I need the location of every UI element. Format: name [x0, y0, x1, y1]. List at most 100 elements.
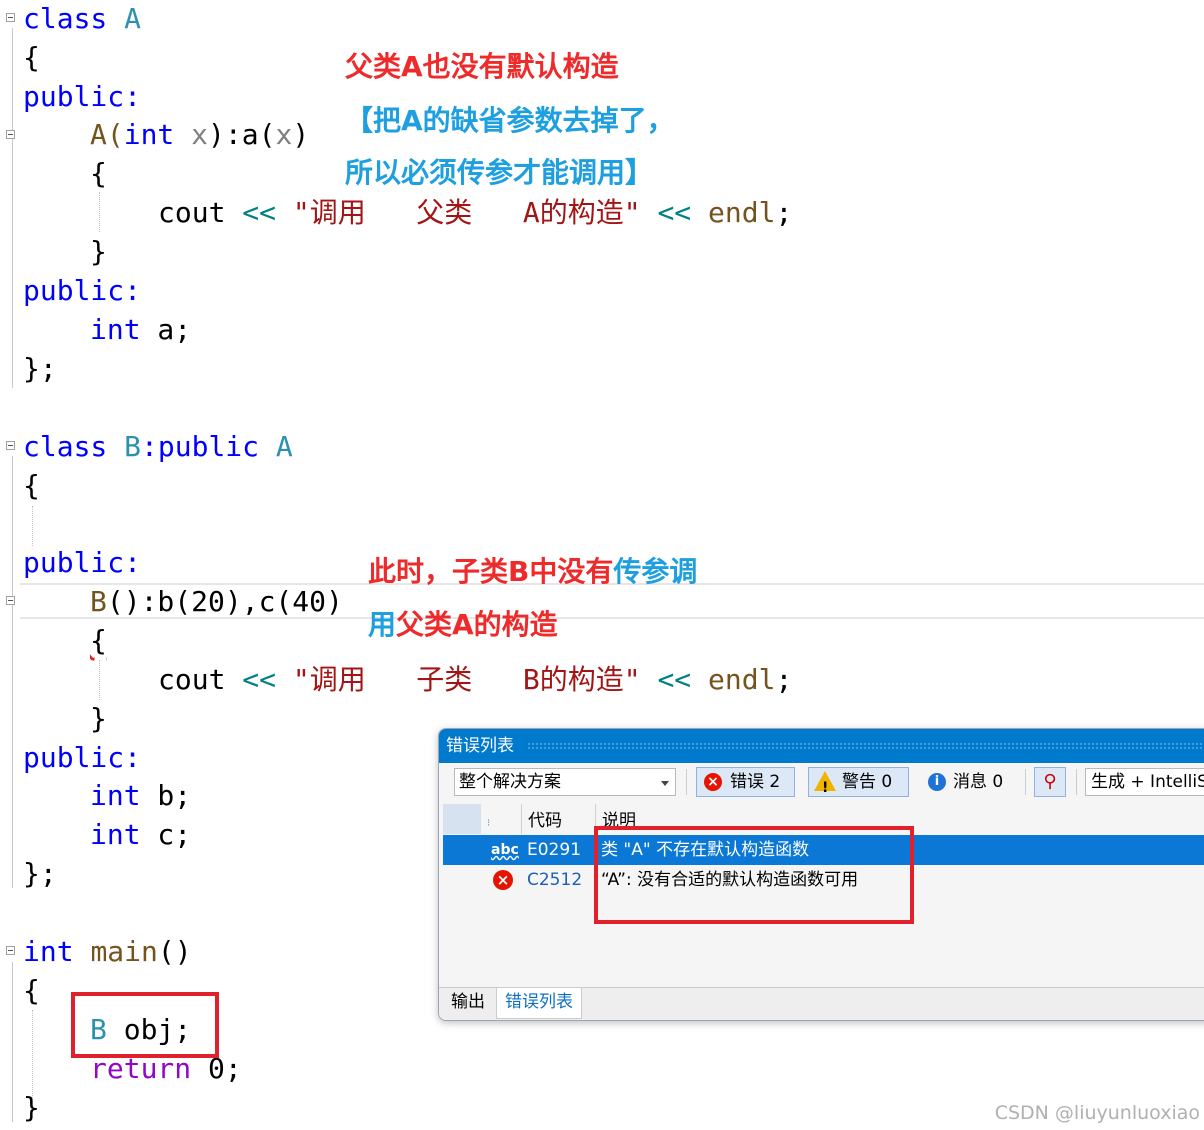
annotation-text: 用父类A的构造 — [368, 603, 558, 643]
annotation-part: 父类A的构造 — [396, 608, 558, 641]
collapse-toggle-icon[interactable] — [6, 13, 15, 22]
code-line[interactable]: }; — [23, 855, 57, 893]
error-icon: × — [493, 870, 513, 890]
error-code-link[interactable]: C2512 — [527, 865, 582, 895]
code-text: cout — [158, 663, 226, 696]
annotation-text: 此时，子类B中没有传参调 — [368, 550, 697, 590]
chevron-down-icon — [661, 781, 669, 786]
class-name: A — [275, 430, 293, 463]
code-line[interactable]: public: — [23, 272, 141, 310]
annotation-text: 所以必须传参才能调用】 — [345, 156, 654, 189]
scope-value: 整个解决方案 — [459, 772, 561, 792]
code-text: a; — [140, 313, 192, 346]
warnings-filter-button[interactable]: 警告 0 — [808, 767, 909, 802]
toolbar-separator — [686, 769, 687, 795]
code-line[interactable]: int a; — [90, 311, 191, 349]
messages-label: 消息 0 — [953, 772, 1004, 792]
annotation-part: 此时，子类B中没有 — [368, 555, 614, 588]
annotation-text: 【把A的缺省参数去掉了， — [345, 104, 675, 137]
code-text: ) — [292, 118, 310, 151]
code-line[interactable]: } — [90, 700, 107, 738]
code-text: () — [157, 935, 192, 968]
outline-guide — [12, 962, 13, 1122]
code-line[interactable]: int b; — [90, 777, 191, 815]
annotation-part: 传参调 — [613, 555, 698, 588]
code-text: c; — [140, 818, 192, 851]
code-line[interactable]: public: — [23, 544, 141, 582]
errors-filter-button[interactable]: × 错误 2 — [696, 767, 795, 797]
errors-label: 错误 2 — [730, 772, 781, 792]
col-code-label: 代码 — [528, 811, 562, 831]
code-line[interactable]: A(int x):a(x) — [90, 116, 309, 154]
code-text: ):a( — [208, 118, 276, 151]
code-text: cout — [158, 196, 226, 229]
code-line[interactable]: class A — [23, 0, 141, 38]
operator: << — [657, 663, 692, 696]
outline-guide — [12, 28, 13, 388]
keyword: int — [90, 818, 141, 851]
keyword: :public — [141, 430, 276, 463]
ctor-name: A( — [90, 118, 124, 151]
code-line[interactable]: int main() — [23, 933, 192, 971]
code-line[interactable]: cout << "调用 父类 A的构造" << endl; — [158, 194, 792, 232]
error-list-toolbar: 整个解决方案 × 错误 2 警告 0 i 消息 0 ⚲ 生成 + Intelli… — [439, 763, 1204, 803]
keyword: class — [23, 430, 108, 463]
panel-title-bar[interactable]: 错误列表 — [439, 729, 1204, 763]
panel-title: 错误列表 — [446, 736, 514, 756]
warnings-label: 警告 0 — [842, 772, 893, 792]
code-line[interactable]: { — [90, 622, 107, 660]
header-corner — [443, 804, 481, 834]
code-line[interactable]: }; — [23, 350, 57, 388]
error-icon: × — [704, 773, 722, 791]
code-line[interactable]: { — [23, 39, 40, 77]
tab-label: 输出 — [451, 992, 485, 1012]
code-line[interactable]: class B:public A — [23, 428, 293, 466]
panel-tabs: 输出 错误列表 — [439, 987, 1204, 1020]
operator: << — [242, 663, 277, 696]
column-icon[interactable]: ⁝ — [481, 804, 517, 834]
build-filter-dropdown[interactable]: 生成 + IntelliSense — [1085, 768, 1204, 796]
intellisense-icon: abc — [491, 842, 519, 858]
tab-error-list[interactable]: 错误列表 — [496, 988, 582, 1019]
keyword: int — [90, 313, 141, 346]
filter-icon[interactable]: ⚲ — [1034, 767, 1066, 797]
code-text: ; — [775, 663, 793, 696]
keyword: int — [90, 779, 141, 812]
collapse-toggle-icon[interactable] — [6, 596, 15, 605]
ctor-name: B — [90, 585, 107, 618]
build-filter-value: 生成 + IntelliSense — [1091, 772, 1204, 792]
class-name: A — [124, 2, 142, 35]
toolbar-separator — [1025, 769, 1026, 795]
code-line[interactable]: } — [90, 233, 107, 271]
collapse-toggle-icon[interactable] — [6, 441, 15, 450]
code-line[interactable]: } — [23, 1089, 40, 1127]
code-line[interactable]: B():b(20),c(40) — [90, 583, 343, 621]
code-text: b; — [140, 779, 192, 812]
code-line[interactable]: int c; — [90, 816, 191, 854]
collapse-toggle-icon[interactable] — [6, 130, 15, 139]
info-icon: i — [928, 773, 946, 791]
param: x — [275, 118, 293, 151]
function-name: main — [90, 935, 158, 968]
column-header-code[interactable]: 代码 — [521, 804, 562, 834]
highlight-box — [594, 826, 914, 924]
code-line[interactable]: { — [23, 972, 40, 1010]
toolbar-separator — [1076, 769, 1077, 795]
tab-output[interactable]: 输出 — [443, 988, 493, 1018]
scope-dropdown[interactable]: 整个解决方案 — [454, 768, 676, 796]
code-line[interactable]: { — [90, 155, 107, 193]
code-line[interactable]: public: — [23, 78, 141, 116]
messages-filter-button[interactable]: i 消息 0 — [923, 767, 1003, 797]
code-text: ():b(20),c(40) — [106, 585, 343, 618]
class-name: B — [124, 430, 142, 463]
code-line[interactable]: { — [23, 467, 40, 505]
tab-label: 错误列表 — [505, 992, 573, 1012]
code-line[interactable]: public: — [23, 739, 141, 777]
code-line[interactable]: cout << "调用 子类 B的构造" << endl; — [158, 661, 792, 699]
collapse-toggle-icon[interactable] — [6, 946, 15, 955]
code-text: { — [90, 624, 107, 657]
keyword: int — [23, 935, 74, 968]
string-literal: "调用 子类 B的构造" — [292, 663, 641, 696]
param: x — [191, 118, 209, 151]
operator: << — [242, 196, 277, 229]
